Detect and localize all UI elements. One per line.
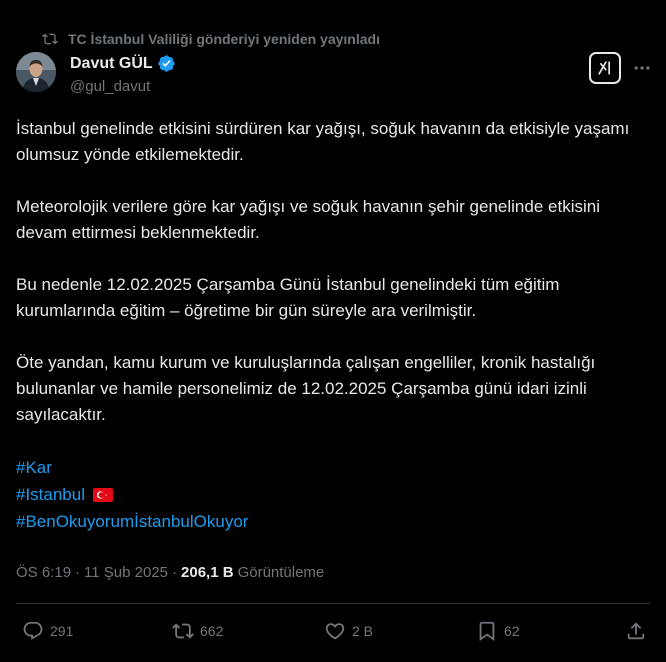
hashtag-list: #Kar #Istanbul #BenOkuyorumİstanbulOkuyo…: [16, 454, 650, 535]
share-button[interactable]: [625, 619, 647, 643]
repost-icon: [172, 623, 194, 639]
author-handle[interactable]: @gul_davut: [70, 78, 176, 95]
avatar[interactable]: [16, 52, 56, 92]
meta-separator: ·: [172, 564, 178, 581]
tweet-time[interactable]: ÖS 6:19: [16, 564, 71, 581]
repost-count: 662: [200, 623, 224, 639]
like-count: 2 B: [352, 623, 374, 639]
more-horizontal-icon: [634, 66, 650, 70]
tweet-paragraph: İstanbul genelinde etkisini sürdüren kar…: [16, 119, 630, 164]
repost-icon: [42, 33, 58, 45]
repost-banner[interactable]: TC İstanbul Valiliği gönderiyi yeniden y…: [42, 29, 380, 49]
author-info: Davut GÜL @gul_davut: [70, 54, 176, 95]
verified-badge-icon[interactable]: [157, 54, 176, 73]
share-icon: [627, 622, 645, 640]
author-display-name[interactable]: Davut GÜL: [70, 55, 153, 73]
repost-banner-text: TC İstanbul Valiliği gönderiyi yeniden y…: [68, 31, 380, 47]
bookmark-count: 62: [504, 623, 520, 639]
like-button[interactable]: 2 B: [324, 619, 373, 643]
tweet-date[interactable]: 11 Şub 2025: [84, 564, 168, 581]
grok-icon: [598, 61, 610, 75]
bookmark-button[interactable]: 62: [476, 619, 520, 643]
tweet-paragraph: Meteorolojik verilere göre kar yağışı ve…: [16, 197, 600, 242]
more-options-button[interactable]: [630, 56, 654, 80]
views-label: Görüntüleme: [237, 564, 325, 581]
hashtag-benokuyorum[interactable]: #BenOkuyorumİstanbulOkuyor: [16, 508, 248, 535]
heart-icon: [325, 623, 345, 640]
repost-button[interactable]: 662: [172, 619, 223, 643]
tweet-paragraph: Bu nedenle 12.02.2025 Çarşamba Günü İsta…: [16, 275, 560, 320]
divider: [16, 603, 650, 604]
tweet-body: İstanbul genelinde etkisini sürdüren kar…: [16, 116, 650, 535]
hashtag-kar[interactable]: #Kar: [16, 454, 52, 481]
hashtag-istanbul[interactable]: #Istanbul: [16, 481, 85, 508]
grok-button[interactable]: [589, 52, 621, 84]
bookmark-icon: [479, 621, 495, 642]
tweet-meta: ÖS 6:19 · 11 Şub 2025 · 206,1 B Görüntül…: [16, 564, 324, 581]
reply-button[interactable]: 291: [22, 619, 73, 643]
reply-count: 291: [50, 623, 74, 639]
avatar-image: [16, 52, 56, 92]
reply-icon: [23, 621, 43, 640]
turkey-flag-icon: [93, 487, 113, 502]
views-count: 206,1 B: [181, 564, 234, 581]
tweet-paragraph: Öte yandan, kamu kurum ve kuruluşlarında…: [16, 353, 596, 424]
meta-separator: ·: [75, 564, 81, 581]
